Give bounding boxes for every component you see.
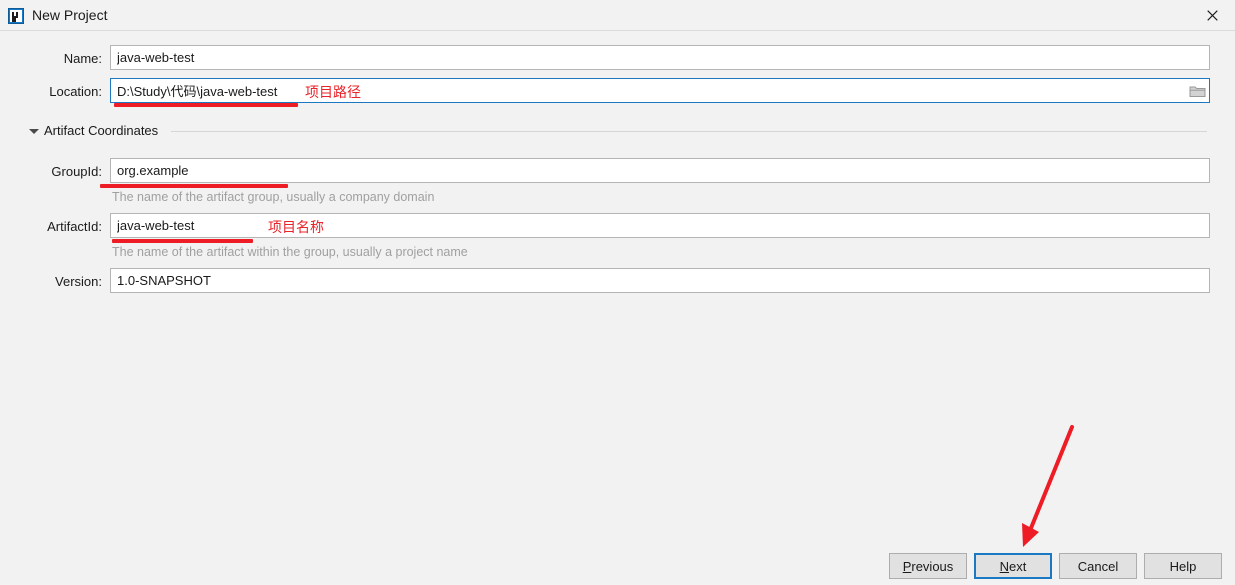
location-label: Location:: [49, 84, 102, 99]
help-button-label: Help: [1169, 558, 1197, 574]
name-label: Name:: [63, 51, 102, 66]
section-title: Artifact Coordinates: [44, 123, 159, 138]
location-input[interactable]: [110, 78, 1210, 103]
artifact-id-note-annotation: 项目名称: [268, 220, 324, 236]
cancel-button[interactable]: Cancel: [1059, 553, 1137, 579]
location-note-annotation: 项目路径: [305, 85, 361, 101]
folder-icon[interactable]: [1186, 82, 1208, 100]
help-button[interactable]: Help: [1144, 553, 1222, 579]
artifact-id-label: ArtifactId:: [47, 219, 102, 234]
cancel-button-label: Cancel: [1077, 558, 1119, 574]
next-button[interactable]: Next: [974, 553, 1052, 579]
artifact-id-underline-annotation: [112, 239, 253, 243]
previous-button-mnemonic: P: [902, 558, 912, 574]
chevron-down-icon[interactable]: [29, 129, 39, 134]
previous-button-label: revious: [911, 558, 954, 574]
artifact-id-hint: The name of the artifact within the grou…: [112, 245, 468, 259]
version-label: Version:: [55, 274, 102, 289]
next-button-mnemonic: N: [999, 558, 1010, 574]
version-input[interactable]: [110, 268, 1210, 293]
red-arrow-annotation: [1022, 425, 1074, 547]
next-button-label: ext: [1009, 558, 1027, 574]
section-divider: [171, 131, 1207, 132]
group-id-hint: The name of the artifact group, usually …: [112, 190, 435, 204]
group-id-label: GroupId:: [51, 164, 102, 179]
name-input[interactable]: [110, 45, 1210, 70]
intellij-idea-icon: [8, 8, 24, 24]
group-id-underline-annotation: [100, 184, 288, 188]
previous-button[interactable]: Previous: [889, 553, 967, 579]
group-id-input[interactable]: [110, 158, 1210, 183]
window-title: New Project: [32, 7, 108, 23]
close-icon[interactable]: [1189, 0, 1235, 30]
title-bar: New Project: [0, 0, 1235, 31]
location-underline-annotation: [114, 103, 298, 107]
artifact-coordinates-section-header[interactable]: Artifact Coordinates: [0, 123, 1235, 141]
